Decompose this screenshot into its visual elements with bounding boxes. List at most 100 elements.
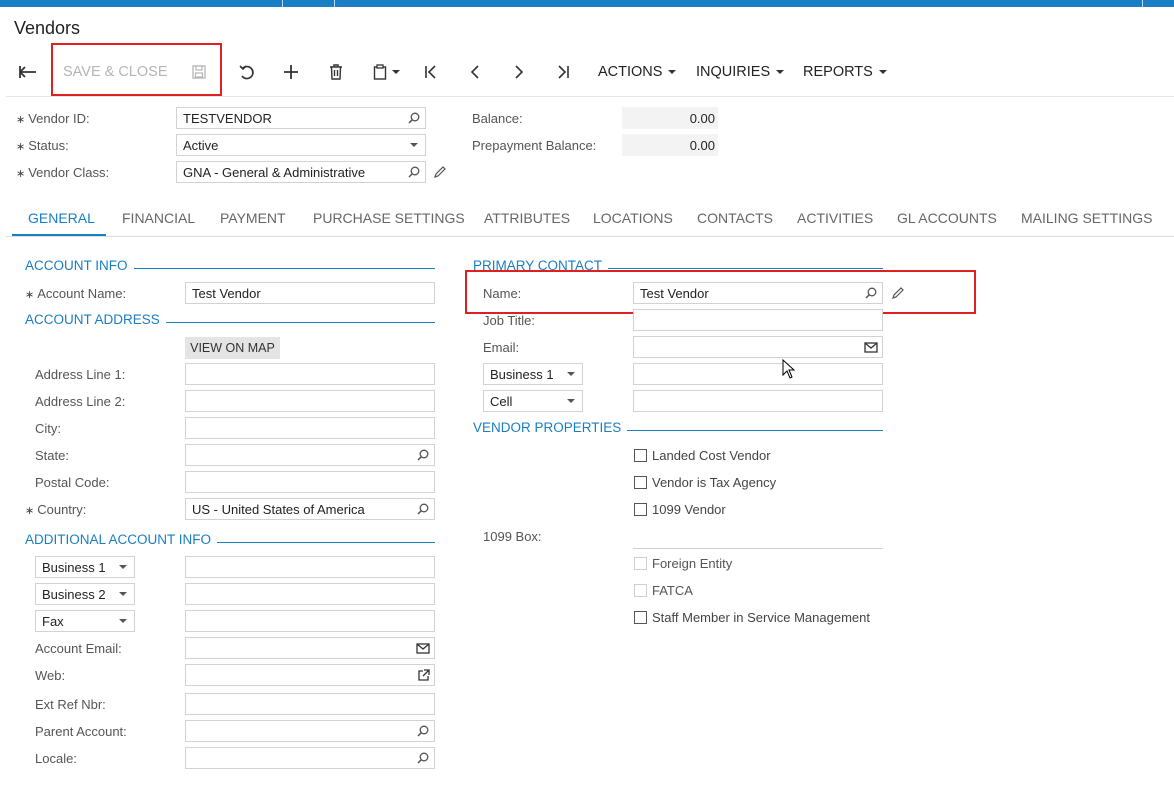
external-link-icon[interactable] — [412, 668, 434, 682]
staff-member-checkbox[interactable] — [634, 611, 647, 624]
active-tab-indicator — [12, 234, 106, 236]
balance-label: Balance: — [472, 111, 523, 126]
foreign-entity-checkbox[interactable] — [634, 557, 647, 570]
tab-purchase-settings[interactable]: PURCHASE SETTINGS — [313, 210, 465, 226]
last-record-icon[interactable] — [552, 59, 574, 85]
search-icon[interactable] — [403, 112, 425, 124]
postal-code-label: Postal Code: — [35, 475, 110, 490]
account-name-value: Test Vendor — [192, 285, 261, 301]
status-label: ∗ Status: — [16, 138, 69, 153]
fatca-checkbox[interactable] — [634, 584, 647, 597]
top-navigation-bar — [0, 0, 1174, 7]
search-icon[interactable] — [412, 449, 434, 461]
balance-value: 0.00 — [689, 111, 715, 126]
search-icon[interactable] — [403, 166, 425, 178]
vendor-id-field[interactable]: TESTVENDOR — [176, 107, 426, 129]
tab-mailing-settings[interactable]: MAILING SETTINGS — [1021, 210, 1152, 226]
account-info-heading: ACCOUNT INFO — [25, 258, 134, 273]
account-name-field[interactable]: Test Vendor — [185, 282, 435, 304]
state-field[interactable] — [185, 444, 435, 466]
status-select[interactable]: Active — [176, 134, 426, 156]
chevron-down-icon — [391, 70, 400, 74]
previous-record-icon[interactable] — [464, 59, 486, 85]
email-label: Email: — [483, 340, 520, 355]
tabs-divider — [6, 236, 1174, 237]
inquiries-menu[interactable]: INQUIRIES — [696, 59, 785, 85]
search-icon[interactable] — [412, 503, 434, 515]
tab-gl-accounts[interactable]: GL ACCOUNTS — [897, 210, 997, 226]
locale-label: Locale: — [35, 751, 77, 766]
contact-phone2-field[interactable] — [633, 390, 883, 412]
vendor-class-field[interactable]: GNA - General & Administrative — [176, 161, 426, 183]
prepayment-balance-value: 0.00 — [689, 138, 715, 153]
ext-ref-nbr-label: Ext Ref Nbr: — [35, 697, 106, 712]
state-label: State: — [35, 448, 69, 463]
undo-icon[interactable] — [236, 59, 258, 85]
email-field[interactable] — [633, 336, 883, 358]
box-1099-field[interactable] — [633, 548, 883, 549]
prepayment-balance-label: Prepayment Balance: — [472, 138, 597, 153]
clipboard-dropdown[interactable] — [368, 59, 404, 85]
tab-payment[interactable]: PAYMENT — [220, 210, 286, 226]
phone2-type-select[interactable]: Business 2 — [35, 583, 135, 605]
parent-account-field[interactable] — [185, 720, 435, 742]
account-name-label: ∗ Account Name: — [25, 286, 127, 301]
save-close-button[interactable]: SAVE & CLOSE — [63, 62, 206, 82]
first-record-icon[interactable] — [420, 59, 442, 85]
country-field[interactable]: US - United States of America — [185, 498, 435, 520]
staff-member-label: Staff Member in Service Management — [652, 610, 870, 625]
back-arrow-icon[interactable] — [16, 59, 40, 85]
tab-contacts[interactable]: CONTACTS — [697, 210, 773, 226]
landed-cost-vendor-label: Landed Cost Vendor — [652, 448, 771, 463]
contact-phone1-type-select[interactable]: Business 1 — [483, 363, 583, 385]
account-email-field[interactable] — [185, 637, 435, 659]
page-title: Vendors — [14, 18, 81, 38]
tax-agency-checkbox[interactable] — [634, 476, 647, 489]
postal-code-field[interactable] — [185, 471, 435, 493]
city-field[interactable] — [185, 417, 435, 439]
chevron-down-icon — [112, 619, 134, 623]
vendor-class-value: GNA - General & Administrative — [183, 164, 366, 180]
box-1099-label: 1099 Box: — [483, 529, 542, 544]
actions-menu[interactable]: ACTIONS — [598, 59, 677, 85]
mouse-cursor-icon — [782, 358, 796, 382]
tab-financial[interactable]: FINANCIAL — [122, 210, 195, 226]
phone1-field[interactable] — [185, 556, 435, 578]
tab-locations[interactable]: LOCATIONS — [593, 210, 673, 226]
edit-pencil-icon[interactable] — [891, 286, 905, 303]
search-icon[interactable] — [412, 725, 434, 737]
search-icon[interactable] — [412, 752, 434, 764]
ext-ref-nbr-field[interactable] — [185, 693, 435, 715]
add-icon[interactable] — [280, 59, 302, 85]
locale-field[interactable] — [185, 747, 435, 769]
tab-general[interactable]: GENERAL — [28, 210, 95, 226]
view-on-map-button[interactable]: VIEW ON MAP — [185, 337, 280, 359]
landed-cost-vendor-checkbox[interactable] — [634, 449, 647, 462]
search-icon[interactable] — [860, 287, 882, 299]
edit-pencil-icon[interactable] — [433, 165, 447, 182]
phone1-type-select[interactable]: Business 1 — [35, 556, 135, 578]
mail-envelope-icon[interactable] — [860, 341, 882, 353]
next-record-icon[interactable] — [508, 59, 530, 85]
address-line2-field[interactable] — [185, 390, 435, 412]
chevron-down-icon — [560, 399, 582, 403]
chevron-down-icon — [403, 143, 425, 147]
tab-activities[interactable]: ACTIVITIES — [797, 210, 873, 226]
phone2-field[interactable] — [185, 583, 435, 605]
contact-phone2-type-select[interactable]: Cell — [483, 390, 583, 412]
mail-envelope-icon[interactable] — [412, 642, 434, 654]
fax-field[interactable] — [185, 610, 435, 632]
vendor-1099-checkbox[interactable] — [634, 503, 647, 516]
delete-trash-icon[interactable] — [325, 59, 347, 85]
tab-attributes[interactable]: ATTRIBUTES — [484, 210, 570, 226]
contact-name-label: Name: — [483, 286, 522, 301]
contact-name-field[interactable]: Test Vendor — [633, 282, 883, 304]
web-field[interactable] — [185, 664, 435, 686]
job-title-field[interactable] — [633, 309, 883, 331]
reports-menu[interactable]: REPORTS — [803, 59, 887, 85]
chevron-down-icon — [112, 565, 134, 569]
address-line1-field[interactable] — [185, 363, 435, 385]
contact-phone1-field[interactable] — [633, 363, 883, 385]
inquiries-label: INQUIRIES — [696, 64, 771, 80]
fax-type-select[interactable]: Fax — [35, 610, 135, 632]
